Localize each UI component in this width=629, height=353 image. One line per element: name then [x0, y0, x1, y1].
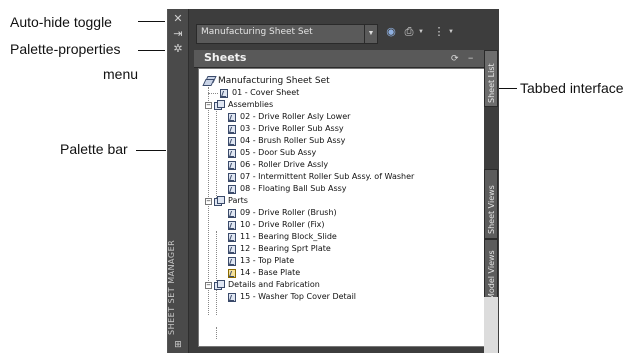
list-item-label: 14 - Base Plate [240, 268, 301, 277]
tree-group-label: Details and Fabrication [228, 280, 320, 289]
sheet-icon [228, 221, 236, 230]
collapse-toggle-icon[interactable]: − [205, 282, 212, 289]
list-item-label: 10 - Drive Roller (Fix) [240, 220, 325, 229]
tab-sheet-views[interactable]: Sheet Views [484, 169, 498, 239]
list-item[interactable]: 09 - Drive Roller (Brush) [199, 207, 479, 219]
tree-root-label: Manufacturing Sheet Set [218, 76, 330, 86]
list-item[interactable]: 14 - Base Plate [199, 267, 479, 279]
sheet-set-manager-palette: ✕ ⇥ ✲ SHEET SET MANAGER ⊞ Manufacturing … [167, 9, 499, 353]
sheets-panel-header: Sheets ⟳ − [194, 50, 484, 68]
scrollbar[interactable] [484, 297, 498, 353]
sheet-icon [228, 257, 236, 266]
palette-toolbar: Manufacturing Sheet Set ▼ ◉ ⎙ ▼ ⋮ ▼ [194, 21, 492, 44]
sheet-icon [228, 149, 236, 158]
chevron-down-icon[interactable]: ▼ [364, 25, 377, 43]
list-item[interactable]: 01 - Cover Sheet [199, 87, 479, 99]
list-item[interactable]: 15 - Washer Top Cover Detail [199, 291, 479, 303]
sheet-tree[interactable]: Manufacturing Sheet Set 01 - Cover Sheet… [198, 68, 486, 347]
publish-icon[interactable]: ◉ [384, 25, 398, 39]
sheet-icon [228, 185, 236, 194]
sheet-set-selector[interactable]: Manufacturing Sheet Set ▼ [196, 24, 378, 44]
tab-label: Sheet List [487, 63, 496, 103]
list-item-label: 15 - Washer Top Cover Detail [240, 292, 357, 301]
sheet-icon [228, 233, 236, 242]
sheet-icon [228, 125, 236, 134]
view-options-icon[interactable]: ⋮ [432, 25, 446, 39]
callout-palette-properties: Palette-properties [10, 41, 121, 57]
list-item-label: 12 - Bearing Sprt Plate [240, 244, 331, 253]
leader-palette-bar [136, 150, 166, 151]
print-dropdown-chevron-icon[interactable]: ▼ [418, 25, 424, 39]
list-item[interactable]: 10 - Drive Roller (Fix) [199, 219, 479, 231]
callout-palette-bar: Palette bar [60, 141, 128, 157]
list-item-label: 08 - Floating Ball Sub Assy [240, 184, 347, 193]
list-item[interactable]: 02 - Drive Roller Asly Lower [199, 111, 479, 123]
callout-palette-properties-menu: menu [103, 66, 139, 82]
palette-vertical-title: SHEET SET MANAGER [167, 239, 176, 335]
list-item[interactable]: 08 - Floating Ball Sub Assy [199, 183, 479, 195]
collapse-icon[interactable]: − [468, 51, 473, 65]
callout-tabbed-interface: Tabbed interface [520, 80, 624, 96]
gear-icon[interactable]: ✲ [172, 43, 184, 55]
list-item[interactable]: 04 - Brush Roller Sub Assy [199, 135, 479, 147]
tab-model-views[interactable]: Model Views [484, 239, 498, 305]
tree-group-label: Parts [228, 196, 248, 205]
leader-palette-properties [138, 50, 165, 51]
palette-bar[interactable]: ✕ ⇥ ✲ SHEET SET MANAGER ⊞ [167, 9, 189, 353]
list-item[interactable]: 06 - Roller Drive Assly [199, 159, 479, 171]
list-item-label: 02 - Drive Roller Asly Lower [240, 112, 351, 121]
tree-group-assemblies[interactable]: − Assemblies [199, 99, 479, 111]
list-item[interactable]: 11 - Bearing Block_Slide [199, 231, 479, 243]
list-item-label: 03 - Drive Roller Sub Assy [240, 124, 344, 133]
sheet-icon [228, 173, 236, 182]
palette-bar-bottom-icon: ⊞ [174, 340, 182, 350]
close-icon[interactable]: ✕ [172, 13, 184, 25]
subset-icon [214, 196, 225, 206]
tab-label: Sheet Views [487, 185, 496, 234]
list-item-label: 07 - Intermittent Roller Sub Assy. of Wa… [240, 172, 415, 181]
sheet-icon [228, 293, 236, 302]
list-item[interactable]: 05 - Door Sub Assy [199, 147, 479, 159]
tree-group-parts[interactable]: − Parts [199, 195, 479, 207]
list-item[interactable]: 12 - Bearing Sprt Plate [199, 243, 479, 255]
list-item-label: 01 - Cover Sheet [232, 88, 300, 97]
list-item-label: 11 - Bearing Block_Slide [240, 232, 337, 241]
list-item[interactable]: 13 - Top Plate [199, 255, 479, 267]
tab-label: Model Views [487, 250, 496, 300]
pin-icon[interactable]: ⇥ [172, 28, 184, 40]
collapse-toggle-icon[interactable]: − [205, 198, 212, 205]
collapse-toggle-icon[interactable]: − [205, 102, 212, 109]
sheet-icon [228, 245, 236, 254]
list-item[interactable]: 07 - Intermittent Roller Sub Assy. of Wa… [199, 171, 479, 183]
sheets-panel-title: Sheets [204, 51, 247, 64]
sheet-icon [220, 89, 228, 98]
subset-icon [214, 280, 225, 290]
sheet-set-selector-value: Manufacturing Sheet Set [201, 27, 313, 37]
list-item-label: 09 - Drive Roller (Brush) [240, 208, 337, 217]
view-options-chevron-icon[interactable]: ▼ [448, 25, 454, 39]
list-item-label: 06 - Roller Drive Assly [240, 160, 329, 169]
callout-auto-hide-toggle: Auto-hide toggle [10, 14, 112, 30]
subset-icon [214, 100, 225, 110]
tab-sheet-list[interactable]: Sheet List [484, 50, 498, 107]
tree-group-label: Assemblies [228, 100, 274, 109]
sheet-icon [228, 137, 236, 146]
sheet-icon [228, 113, 236, 122]
sheet-icon [228, 209, 236, 218]
tree-group-details-and-fabrication[interactable]: − Details and Fabrication [199, 279, 479, 291]
list-item-label: 13 - Top Plate [240, 256, 295, 265]
tree-guide [216, 327, 217, 339]
list-item[interactable]: 03 - Drive Roller Sub Assy [199, 123, 479, 135]
print-icon[interactable]: ⎙ [402, 25, 416, 39]
leader-auto-hide [138, 21, 165, 22]
list-item-label: 04 - Brush Roller Sub Assy [240, 136, 346, 145]
sheet-icon [228, 161, 236, 170]
list-item-label: 05 - Door Sub Assy [240, 148, 317, 157]
sheet-warning-icon [228, 269, 236, 278]
sheet-set-icon [202, 76, 217, 86]
refresh-icon[interactable]: ⟳ [451, 51, 459, 65]
tree-root[interactable]: Manufacturing Sheet Set [199, 75, 479, 87]
